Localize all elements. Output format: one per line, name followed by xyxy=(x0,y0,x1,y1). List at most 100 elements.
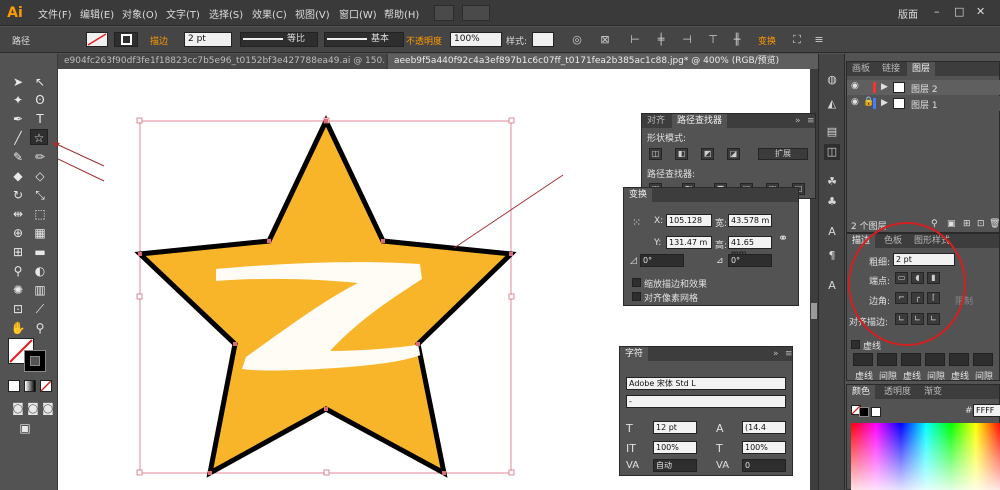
expand-triangle-icon[interactable]: ▶ xyxy=(881,98,888,108)
minimize-icon[interactable]: – xyxy=(934,5,940,18)
symbol-sprayer-tool-icon[interactable]: ✺ xyxy=(9,282,27,298)
shape-builder-tool-icon[interactable]: ⊕ xyxy=(9,225,27,241)
intersect-button[interactable]: ◩ xyxy=(701,148,714,160)
tab-pathfinder[interactable]: 路径查找器 xyxy=(672,114,728,128)
gradient-mode-icon[interactable] xyxy=(24,380,36,392)
layer-name[interactable]: 图层 2 xyxy=(911,82,938,95)
star-shape[interactable] xyxy=(134,115,517,478)
glyphs-icon[interactable]: A xyxy=(824,278,840,294)
gap-input-1[interactable] xyxy=(877,353,897,366)
tab-align[interactable]: 对齐 xyxy=(642,114,670,128)
stroke-black-swatch[interactable] xyxy=(859,407,869,417)
tab-character[interactable]: 字符 xyxy=(620,347,649,361)
menu-select[interactable]: 选择(S) xyxy=(209,6,243,21)
layer-row[interactable]: ◉ ▶ 图层 2 xyxy=(847,80,1000,95)
gap-input-2[interactable] xyxy=(925,353,945,366)
scale-tool-icon[interactable]: ⤡ xyxy=(31,187,49,203)
blend-tool-icon[interactable]: ◐ xyxy=(31,263,49,279)
perspective-grid-tool-icon[interactable]: ▦ xyxy=(31,225,49,241)
eraser-tool-icon[interactable]: ◇ xyxy=(31,168,49,184)
stroke-color-box[interactable] xyxy=(24,350,46,372)
tab-transparency[interactable]: 透明度 xyxy=(879,385,916,399)
tracking-input[interactable]: 0 xyxy=(742,459,786,472)
magic-wand-tool-icon[interactable]: ✦ xyxy=(9,92,27,108)
color-guide-icon[interactable]: ◍ xyxy=(824,72,840,88)
vertical-scale-input[interactable]: 100% xyxy=(653,441,697,454)
scrollbar-thumb[interactable] xyxy=(811,303,817,319)
screen-mode-icon[interactable]: ▣ xyxy=(16,420,34,436)
kerning-input[interactable]: 自动 xyxy=(653,459,697,472)
symbols-icon[interactable]: ☘ xyxy=(824,174,840,190)
dash-input-1[interactable] xyxy=(853,353,873,366)
graphic-style-swatch[interactable] xyxy=(532,32,554,47)
hex-input[interactable]: FFFF xyxy=(973,404,1000,417)
brushes-icon[interactable]: ♣ xyxy=(824,194,840,210)
maximize-icon[interactable]: □ xyxy=(954,5,964,18)
tab-artboards[interactable]: 画板 xyxy=(847,62,875,76)
dash-input-2[interactable] xyxy=(901,353,921,366)
paragraph-icon[interactable]: ¶ xyxy=(824,248,840,264)
lasso-tool-icon[interactable]: ʘ xyxy=(31,92,49,108)
artboard-tool-icon[interactable]: ⊡ xyxy=(9,301,27,317)
leading-input[interactable]: (14.4 xyxy=(742,421,786,434)
panel-menu-icon[interactable]: ≡ xyxy=(812,33,826,47)
align-top-icon[interactable]: ⊤ xyxy=(706,33,720,47)
font-size-input[interactable]: 12 pt xyxy=(653,421,697,434)
selection-tool-icon[interactable]: ➤ xyxy=(9,74,27,90)
new-layer-icon[interactable]: ⊡ xyxy=(977,219,985,229)
menu-help[interactable]: 帮助(H) xyxy=(384,6,419,21)
direct-selection-tool-icon[interactable]: ↖ xyxy=(31,74,49,90)
fill-swatch[interactable] xyxy=(86,32,108,47)
rotate-tool-icon[interactable]: ↻ xyxy=(9,187,27,203)
new-sublayer-icon[interactable]: ⊞ xyxy=(963,219,971,229)
scale-strokes-checkbox[interactable] xyxy=(632,278,641,287)
arrange-documents-button[interactable] xyxy=(462,5,490,21)
color-mode-icon[interactable] xyxy=(8,380,20,392)
exclude-button[interactable]: ◪ xyxy=(727,148,740,160)
tab-document-1[interactable]: e904fc263f90df3fe1f18823cc7b5e96_t0152bf… xyxy=(58,54,386,69)
pen-tool-icon[interactable]: ✒ xyxy=(9,111,27,127)
align-panel-icon[interactable]: ▤ xyxy=(824,124,840,140)
make-clipping-mask-icon[interactable]: ▣ xyxy=(947,219,956,229)
free-transform-tool-icon[interactable]: ⬚ xyxy=(31,206,49,222)
stroke-link[interactable]: 描边 xyxy=(150,34,168,47)
tab-links[interactable]: 链接 xyxy=(877,62,905,76)
reference-point-icon[interactable]: ⁙ xyxy=(632,216,641,229)
workspace-switcher[interactable]: 版面 xyxy=(898,6,918,21)
opacity-link[interactable]: 不透明度 xyxy=(406,34,442,47)
gradient-tool-icon[interactable]: ▬ xyxy=(31,244,49,260)
width-tool-icon[interactable]: ⇹ xyxy=(9,206,27,222)
align-center-icon[interactable]: ╪ xyxy=(654,33,668,47)
menu-type[interactable]: 文字(T) xyxy=(166,6,200,21)
tab-layers[interactable]: 图层 xyxy=(907,62,936,76)
close-icon[interactable]: ✕ xyxy=(976,5,985,18)
line-tool-icon[interactable]: ╱ xyxy=(9,130,27,146)
recolor-icon[interactable]: ◎ xyxy=(570,33,584,47)
gap-input-3[interactable] xyxy=(973,353,993,366)
zoom-tool-icon[interactable]: ⚲ xyxy=(31,320,49,336)
font-style-select[interactable]: - xyxy=(626,395,786,408)
draw-inside-icon[interactable]: ◙ xyxy=(39,400,57,416)
visibility-eye-icon[interactable]: ◉ xyxy=(851,81,859,91)
layer-name[interactable]: 图层 1 xyxy=(911,98,938,111)
menu-effect[interactable]: 效果(C) xyxy=(252,6,287,21)
menu-view[interactable]: 视图(V) xyxy=(295,6,330,21)
pencil-tool-icon[interactable]: ✏ xyxy=(31,149,49,165)
menu-window[interactable]: 窗口(W) xyxy=(339,6,377,21)
brush-definition[interactable]: 基本 xyxy=(324,32,404,47)
panel-menu-icon[interactable]: ≡ xyxy=(802,114,820,128)
tab-color[interactable]: 颜色 xyxy=(847,385,876,399)
star-tool-icon[interactable]: ☆ xyxy=(30,129,48,145)
opacity-input[interactable]: 100% xyxy=(450,32,502,47)
font-family-select[interactable]: Adobe 宋体 Std L xyxy=(626,377,786,390)
none-mode-icon[interactable] xyxy=(40,380,52,392)
paintbrush-tool-icon[interactable]: ✎ xyxy=(9,149,27,165)
isolate-icon[interactable]: ⛶ xyxy=(790,33,804,47)
height-input[interactable]: 41.65 mm xyxy=(728,236,772,258)
dashed-line-checkbox[interactable] xyxy=(851,340,860,349)
x-input[interactable]: 105.128 xyxy=(666,214,712,227)
unite-button[interactable]: ◫ xyxy=(649,148,662,160)
menu-edit[interactable]: 编辑(E) xyxy=(80,6,114,21)
minus-front-button[interactable]: ◧ xyxy=(675,148,688,160)
width-input[interactable]: 43.578 m xyxy=(728,214,772,227)
